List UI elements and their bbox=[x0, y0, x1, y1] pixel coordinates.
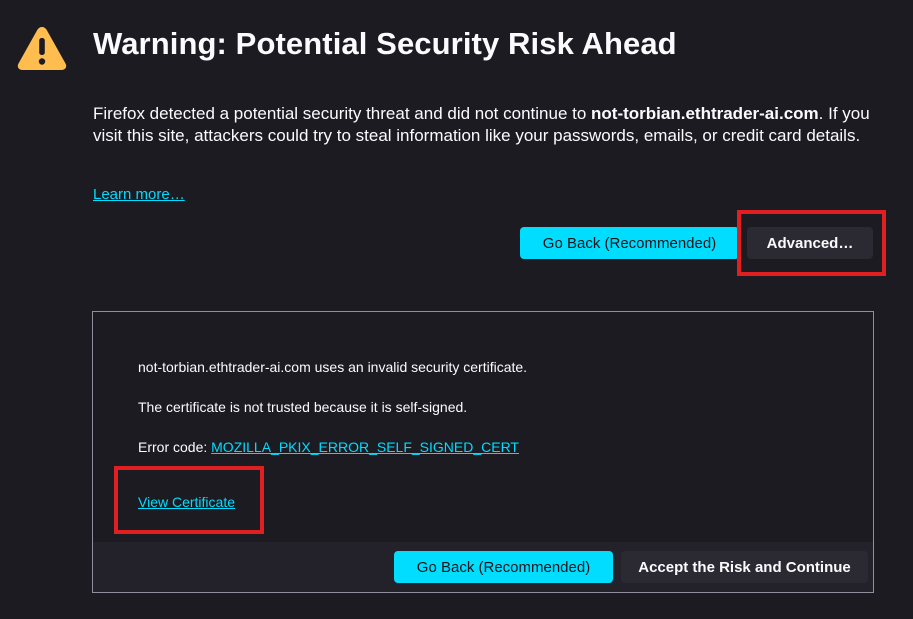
description-text: Firefox detected a potential security th… bbox=[93, 104, 592, 123]
error-code-line: Error code: MOZILLA_PKIX_ERROR_SELF_SIGN… bbox=[138, 439, 519, 455]
certificate-reason-text: The certificate is not trusted because i… bbox=[138, 399, 468, 415]
page-title: Warning: Potential Security Risk Ahead bbox=[93, 26, 677, 61]
security-warning-page: Warning: Potential Security Risk Ahead F… bbox=[0, 0, 913, 619]
invalid-certificate-text: not-torbian.ethtrader-ai.com uses an inv… bbox=[138, 359, 528, 375]
learn-more-link[interactable]: Learn more… bbox=[93, 186, 185, 203]
go-back-button-secondary[interactable]: Go Back (Recommended) bbox=[394, 551, 613, 583]
go-back-button[interactable]: Go Back (Recommended) bbox=[520, 227, 739, 259]
accept-risk-button[interactable]: Accept the Risk and Continue bbox=[621, 551, 868, 583]
warning-description: Firefox detected a potential security th… bbox=[93, 103, 873, 147]
site-domain: not-torbian.ethtrader-ai.com bbox=[591, 104, 819, 123]
view-certificate-link[interactable]: View Certificate bbox=[138, 494, 235, 510]
warning-icon bbox=[17, 27, 67, 70]
advanced-button[interactable]: Advanced… bbox=[747, 227, 873, 259]
error-code-label: Error code: bbox=[138, 439, 212, 455]
error-code-link[interactable]: MOZILLA_PKIX_ERROR_SELF_SIGNED_CERT bbox=[211, 439, 519, 455]
